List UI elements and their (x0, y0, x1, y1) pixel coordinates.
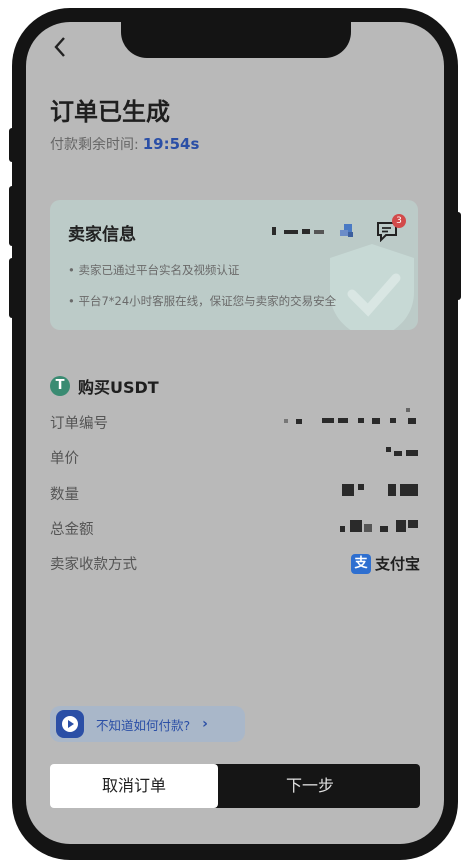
usdt-coin-icon: T (50, 376, 70, 396)
shield-check-icon (330, 244, 414, 330)
unit-price-label: 单价 (50, 451, 79, 467)
message-count-badge: 3 (392, 214, 406, 228)
seller-note-support: • 平台7*24小时客服在线，保证您与卖家的交易安全 (68, 294, 337, 308)
back-icon[interactable] (46, 32, 76, 62)
payment-help-text: 不知道如何付款? (96, 717, 191, 733)
total-amount-label: 总金额 (50, 522, 94, 538)
next-step-button[interactable]: 下一步 (200, 764, 420, 808)
seller-info-card: 卖家信息 • 卖家已通过平台实名及视频认证 • 平台7*24小时客服在线，保证您… (50, 200, 418, 330)
page-title: 订单已生成 (50, 98, 170, 126)
buy-usdt-label: 购买USDT (78, 378, 159, 397)
phone-notch (121, 22, 351, 58)
payment-timer: 付款剩余时间: 19:54s (50, 134, 199, 154)
phone-side-button (455, 212, 461, 300)
phone-side-button (9, 258, 15, 318)
seller-note-verified: • 卖家已通过平台实名及视频认证 (68, 263, 240, 277)
payment-help-button[interactable]: 不知道如何付款? › (50, 706, 245, 742)
phone-side-button (9, 186, 15, 246)
cancel-order-button[interactable]: 取消订单 (50, 764, 218, 808)
timer-value: 19:54s (142, 135, 200, 153)
chevron-right-icon: › (202, 716, 208, 732)
timer-label: 付款剩余时间: (50, 137, 139, 153)
alipay-label: 支付宝 (374, 555, 420, 573)
payment-method-label: 卖家收款方式 (50, 557, 137, 573)
order-number-label: 订单编号 (50, 416, 108, 432)
buy-heading: T 购买USDT (50, 374, 159, 398)
app-screen: 订单已生成 付款剩余时间: 19:54s 卖家信息 • 卖家已通过平台实名及视频认… (26, 22, 444, 844)
seller-info-title: 卖家信息 (68, 225, 136, 245)
phone-side-button (9, 128, 15, 162)
alipay-icon: 支 (350, 553, 371, 574)
payment-method-value: 支 支付宝 (350, 553, 420, 574)
quantity-label: 数量 (50, 487, 79, 503)
play-icon (56, 710, 84, 738)
